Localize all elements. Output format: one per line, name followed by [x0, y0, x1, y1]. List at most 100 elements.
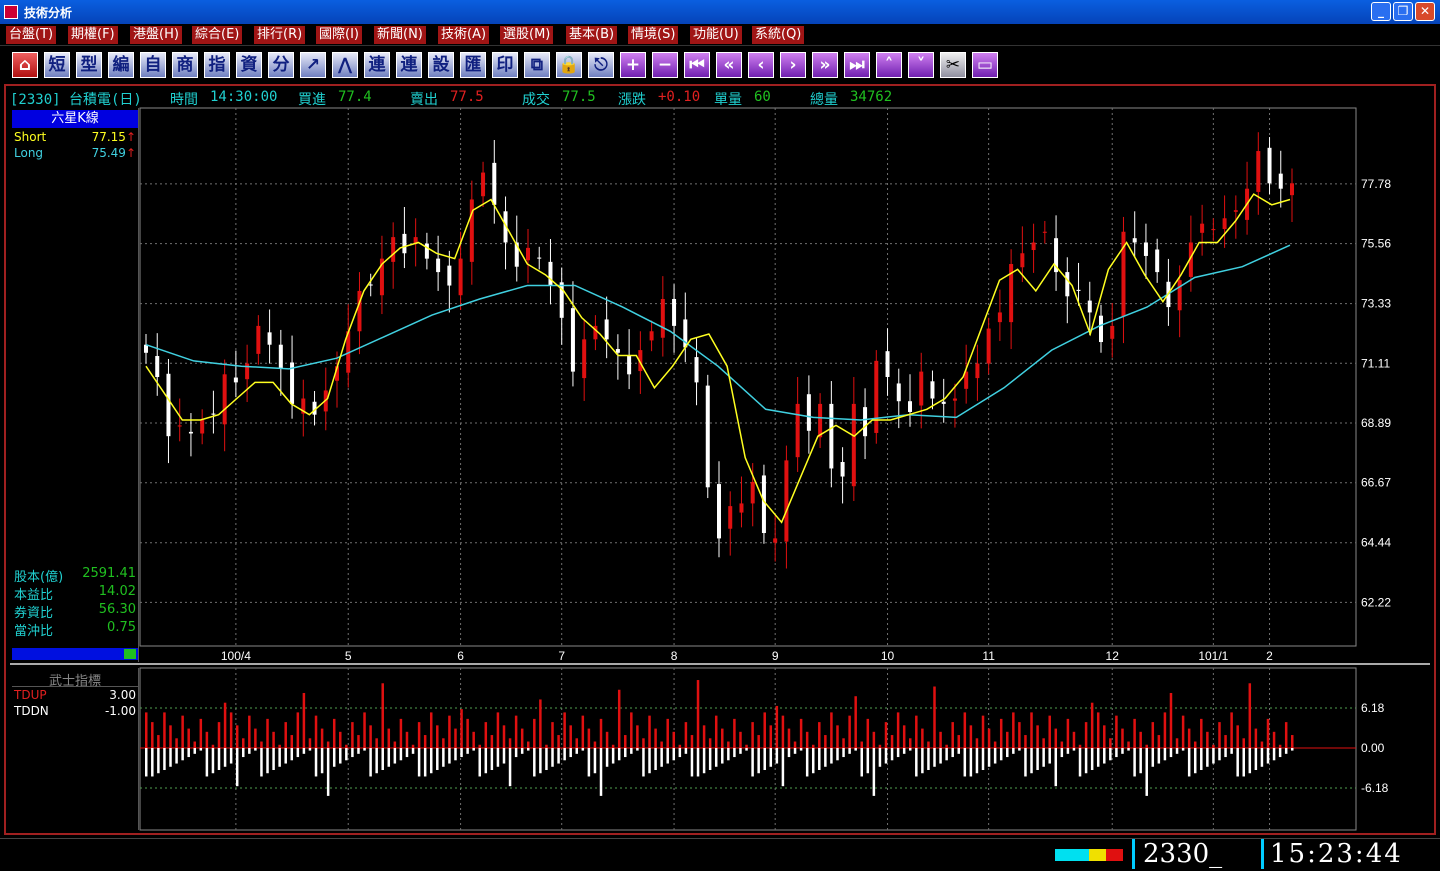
tddn-bar	[690, 748, 694, 777]
tddn-bar	[1012, 748, 1015, 754]
tdup-bar	[284, 722, 287, 748]
tdup-bar	[151, 722, 154, 748]
tddn-bar	[1066, 748, 1070, 754]
tdup-bar	[1066, 718, 1070, 748]
tdup-bar	[599, 718, 603, 748]
tdup-bar	[630, 712, 633, 748]
tdup-bar	[423, 735, 427, 748]
tddn-bar	[187, 748, 190, 758]
tdup-bar	[326, 741, 330, 748]
tdup-bar	[945, 744, 948, 748]
short-ma-row: Short 77.15↑	[14, 130, 138, 146]
tdup-bar	[1169, 692, 1173, 748]
tdup-bar	[527, 741, 530, 748]
tdup-bar	[1230, 712, 1233, 748]
tddn-bar	[854, 748, 857, 751]
candle-body	[1267, 147, 1272, 184]
tddn-bar	[678, 748, 682, 758]
tdup-bar	[1151, 722, 1155, 748]
candle-body	[930, 381, 935, 399]
tddn-bar	[1291, 748, 1294, 751]
tdup-bar	[260, 741, 263, 748]
candle-body	[1099, 315, 1103, 343]
tddn-bar	[1254, 748, 1258, 771]
tdup-bar	[363, 712, 366, 748]
candle-body	[570, 308, 575, 372]
panel-title[interactable]: 六星K線	[12, 110, 138, 128]
tddn-bar	[1278, 748, 1282, 758]
tddn-bar	[520, 748, 524, 754]
chart-canvas[interactable]: 77.78 75.56 73.33 71.11 68.89 66.67 64.44 62.22…	[0, 0, 1440, 870]
tdup-bar	[763, 712, 766, 748]
candle-body	[1222, 218, 1227, 230]
tdup-bar	[811, 744, 815, 748]
tdup-bar	[478, 744, 481, 748]
candle-body	[177, 425, 182, 427]
candle-body	[784, 460, 789, 542]
tddn-bar	[642, 748, 645, 777]
tdup-bar	[1193, 741, 1197, 748]
tddn-bar	[417, 748, 421, 777]
tdup-bar	[878, 744, 882, 748]
tddn-bar	[466, 748, 469, 754]
candle-body	[200, 420, 205, 434]
tddn-bar	[1145, 748, 1148, 796]
tddn-bar	[314, 748, 318, 777]
tddn-bar	[884, 748, 888, 764]
candle-body	[649, 331, 654, 341]
tddn-value: -1.00	[104, 704, 136, 718]
tddn-bar	[824, 748, 827, 767]
long-ma-row: Long 75.49↑	[14, 146, 138, 162]
tddn-bar	[1121, 748, 1124, 754]
tdup-bar	[387, 728, 391, 748]
indicator-info-panel: 武士指標 TDUP 3.00 TDDN -1.00	[10, 668, 139, 830]
scroll-thumb[interactable]	[124, 649, 136, 659]
candle-body	[660, 298, 665, 338]
tddn-bar	[836, 748, 839, 761]
stat-row: 當沖比 0.75	[14, 620, 138, 639]
tdup-bar	[775, 705, 779, 748]
tddn-bar	[254, 748, 257, 751]
tddn-bar	[1151, 748, 1155, 767]
tdup-bar	[1133, 718, 1136, 748]
tdup-bar	[909, 738, 912, 748]
candle-body	[537, 257, 542, 259]
tdup-bar	[1206, 731, 1209, 748]
tddn-bar	[1036, 748, 1039, 771]
candle-body	[627, 356, 632, 375]
indicator-title[interactable]: 武士指標	[12, 670, 138, 689]
tddn-bar	[1230, 748, 1233, 754]
tdup-bar	[1242, 738, 1245, 748]
price-tick-label: 66.67	[1361, 476, 1391, 490]
tdup-bar	[672, 731, 676, 748]
tddn-bar	[235, 748, 239, 787]
tddn-bar	[199, 748, 203, 751]
tddn-bar	[702, 748, 706, 774]
candle-body	[1143, 242, 1148, 256]
candle-body	[1278, 173, 1283, 189]
candle-body	[728, 506, 733, 529]
tddn-bar	[624, 748, 627, 758]
tdup-bar	[769, 725, 773, 748]
candle-body	[874, 360, 879, 433]
tdup-bar	[308, 738, 312, 748]
tddn-bar	[357, 748, 360, 754]
candle-body	[986, 328, 991, 364]
tdup-label: TDUP	[14, 688, 47, 702]
tddn-bar	[248, 748, 251, 754]
tdup-bar	[818, 722, 821, 748]
tdup-bar	[242, 738, 245, 748]
tdup-bar	[1096, 712, 1100, 748]
tddn-bar	[599, 748, 603, 796]
tddn-bar	[539, 748, 542, 774]
tddn-bar	[902, 748, 906, 754]
scroll-bar[interactable]	[12, 648, 138, 660]
stat-label: 券資比	[14, 606, 54, 621]
long-ma-label: Long	[14, 146, 44, 160]
status-stock-code[interactable]: 2330_	[1132, 839, 1264, 869]
tdup-bar	[1036, 725, 1039, 748]
tddn-bar	[545, 748, 548, 771]
tddn-bar	[205, 748, 209, 777]
tddn-bar	[1109, 748, 1112, 761]
tdup-bar	[169, 725, 172, 748]
